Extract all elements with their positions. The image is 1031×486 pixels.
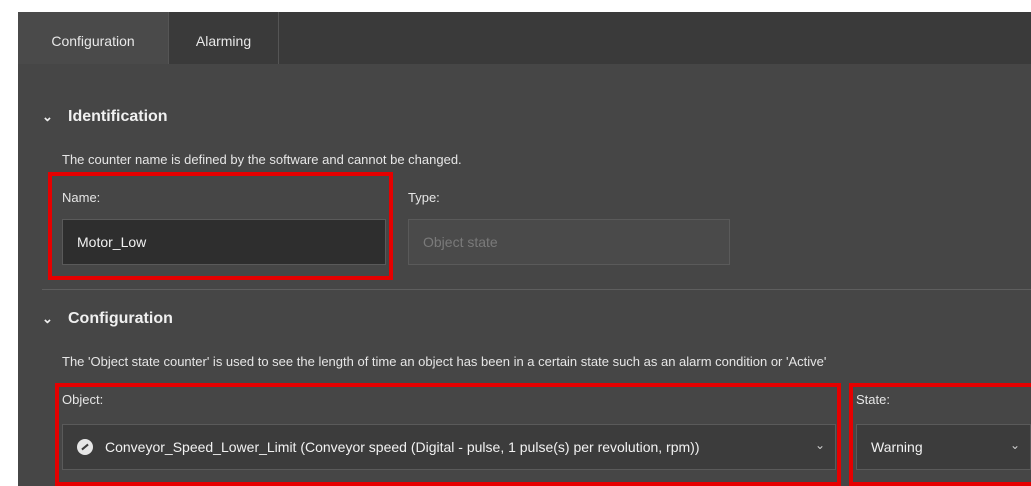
configuration-title: Configuration: [68, 310, 173, 327]
section-divider: [42, 289, 1031, 290]
tab-alarming[interactable]: Alarming: [168, 12, 279, 64]
configuration-section-header[interactable]: ⌄ Configuration: [42, 310, 173, 328]
type-label: Type:: [408, 190, 440, 205]
object-highlight-box: [55, 383, 841, 486]
identification-description: The counter name is defined by the softw…: [62, 152, 462, 167]
type-placeholder: Object state: [423, 234, 498, 250]
configuration-description: The 'Object state counter' is used to se…: [62, 354, 827, 369]
chevron-down-icon: ⌄: [42, 311, 53, 326]
identification-section-header[interactable]: ⌄ Identification: [42, 108, 168, 126]
tab-configuration[interactable]: Configuration: [18, 12, 168, 64]
tab-bar: Configuration Alarming: [18, 12, 1031, 64]
chevron-down-icon: ⌄: [42, 109, 53, 124]
name-highlight-box: [48, 172, 393, 280]
identification-title: Identification: [68, 108, 168, 125]
state-highlight-box: [849, 383, 1031, 486]
type-field: Object state: [408, 219, 730, 265]
